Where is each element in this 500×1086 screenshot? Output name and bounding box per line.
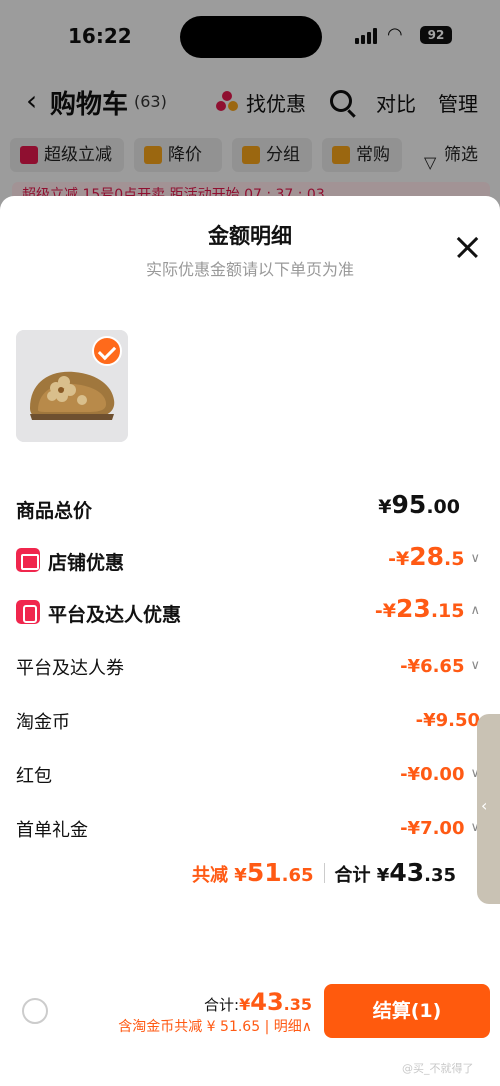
hongbao-value: -¥0.00 ∨ — [400, 764, 480, 785]
coupon-value: -¥6.65 ∨ — [400, 656, 480, 677]
final-total: 合计 ¥43.35 — [334, 858, 457, 887]
saved-total: 共减 ¥51.65 — [192, 858, 314, 887]
platform-discount-label: 平台及达人优惠 — [48, 604, 182, 626]
chevron-up-icon: ∧ — [470, 603, 480, 618]
price-detail-sheet: 金额明细 实际优惠金额请以下单页为准 商品总价 ¥95.00 店铺优惠 -¥28… — [0, 196, 500, 1086]
store-icon — [16, 548, 40, 572]
row-store-discount[interactable]: 店铺优惠 -¥28.5 ∨ — [0, 542, 500, 582]
selected-check-icon[interactable] — [92, 336, 122, 366]
row-coupon[interactable]: 平台及达人券 -¥6.65 ∨ — [0, 648, 500, 688]
row-hongbao[interactable]: 红包 -¥0.00 ∨ — [0, 756, 500, 796]
row-platform-discount[interactable]: 平台及达人优惠 -¥23.15 ∧ — [0, 594, 500, 634]
first-order-value: -¥7.00 ∨ — [400, 818, 480, 839]
store-discount-label: 店铺优惠 — [48, 552, 125, 574]
first-order-label: 首单礼金 — [16, 820, 88, 841]
watermark: @买_不就得了 — [402, 1062, 474, 1075]
total-price-value: ¥95.00 — [378, 490, 460, 519]
coupon-label: 平台及达人券 — [16, 658, 124, 679]
chevron-down-icon: ∨ — [470, 551, 480, 566]
chevron-down-icon: ∨ — [470, 658, 480, 673]
taojinbi-value: -¥9.50 — [415, 710, 480, 731]
footer-detail-link[interactable]: 含淘金币共减 ¥ 51.65 | 明细∧ — [118, 1016, 312, 1036]
side-drawer-tab[interactable]: ‹ — [477, 714, 500, 904]
divider — [323, 863, 325, 883]
checkout-bar: 合计:¥43.35 含淘金币共减 ¥ 51.65 | 明细∧ 结算(1) — [0, 976, 500, 1046]
sheet-subtitle: 实际优惠金额请以下单页为准 — [145, 260, 354, 279]
taojinbi-label: 淘金币 — [16, 712, 70, 733]
total-price-label: 商品总价 — [16, 500, 93, 522]
checkout-button[interactable]: 结算(1) — [324, 984, 490, 1038]
sheet-title: 金额明细 — [208, 224, 292, 248]
sheet-summary: 共减 ¥51.65 合计 ¥43.35 — [192, 858, 456, 887]
hongbao-label: 红包 — [16, 766, 52, 787]
chevron-left-icon: ‹ — [481, 796, 488, 815]
close-icon[interactable] — [456, 236, 478, 258]
platform-discount-value: -¥23.15 ∧ — [374, 594, 480, 623]
platform-icon — [16, 600, 40, 624]
row-total-price: 商品总价 ¥95.00 — [0, 490, 500, 530]
row-taojinbi: 淘金币 -¥9.50 — [0, 702, 500, 742]
select-all-radio[interactable] — [22, 998, 48, 1024]
store-discount-value: -¥28.5 ∨ — [388, 542, 480, 571]
row-first-order[interactable]: 首单礼金 -¥7.00 ∨ — [0, 810, 500, 850]
footer-total: 合计:¥43.35 — [204, 988, 312, 1016]
chevron-up-icon: ∧ — [301, 1019, 312, 1035]
